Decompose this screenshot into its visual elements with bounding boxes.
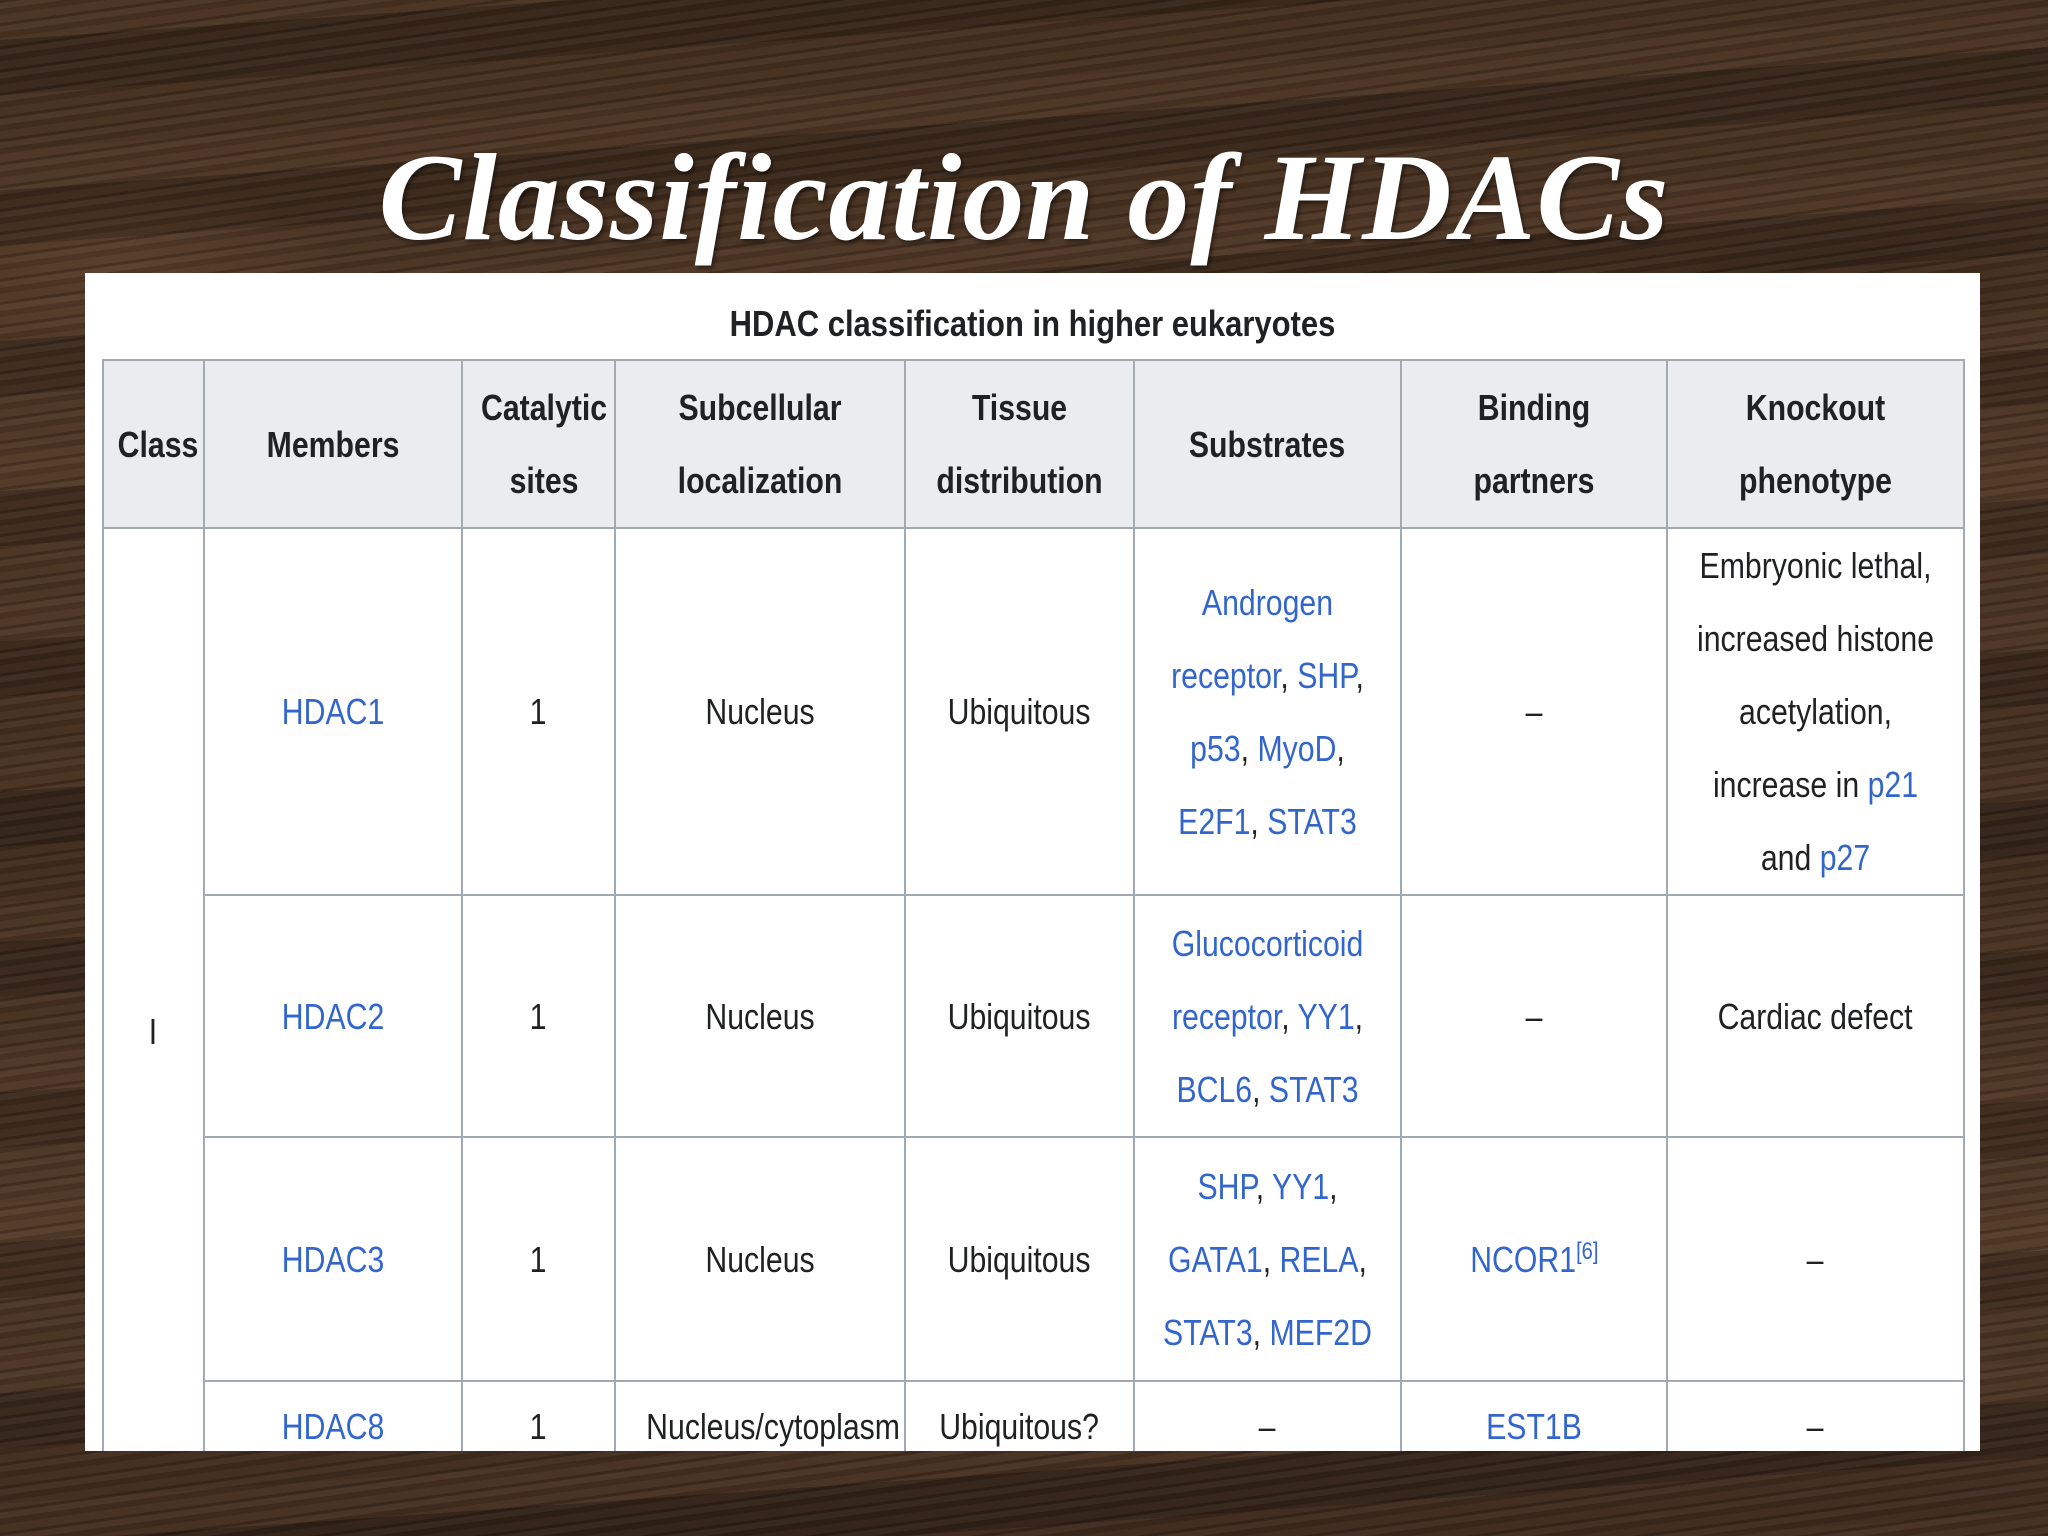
member-link-hdac8[interactable]: HDAC8 [282,1390,385,1451]
substrate-link[interactable]: MEF2D [1269,1312,1371,1353]
binding-partners-cell: – [1400,894,1668,1138]
localization-cell: Nucleus [614,1136,906,1382]
table-header-row: Class Members Catalytic sites Subcellula… [102,359,1965,529]
knockout-cell: – [1666,1380,1965,1451]
member-link-hdac1[interactable]: HDAC1 [282,675,385,748]
table-row: HDAC2 1 Nucleus Ubiquitous Glucocorticoi… [103,894,1965,1138]
substrate-link[interactable]: E2F1 [1178,801,1250,842]
tissue-cell: Ubiquitous? [904,1380,1135,1451]
header-binding-partners[interactable]: Binding partners [1400,359,1668,529]
substrate-link[interactable]: SHP [1197,1166,1255,1207]
substrate-link[interactable]: STAT3 [1163,1312,1253,1353]
substrate-link[interactable]: p53 [1190,728,1240,769]
substrate-link[interactable]: YY1 [1297,996,1354,1037]
substrate-link[interactable]: MyoD [1257,728,1336,769]
substrates-cell: SHP, YY1, GATA1, RELA, STAT3, MEF2D [1133,1136,1402,1382]
header-members[interactable]: Members [203,359,463,529]
member-cell: HDAC3 [203,1136,463,1382]
table-caption: HDAC classification in higher eukaryotes [729,303,1336,344]
binding-partners-cell: – [1400,527,1668,896]
binding-partners-cell: NCOR1[6] [1400,1136,1668,1382]
substrate-link[interactable]: SHP [1297,655,1355,696]
member-cell: HDAC2 [203,894,463,1138]
table-row: I HDAC1 1 Nucleus Ubiquitous Androgen re… [102,527,1965,1451]
substrates-cell: – [1133,1380,1402,1451]
knockout-link-p27[interactable]: p27 [1820,837,1870,878]
tissue-cell: Ubiquitous [904,1136,1135,1382]
catalytic-sites-cell: 1 [461,527,616,896]
localization-cell: Nucleus [614,527,906,896]
substrate-link[interactable]: STAT3 [1267,801,1357,842]
class-cell: I [102,527,205,1451]
substrates-cell: Glucocorticoid receptor, YY1, BCL6, STAT… [1133,894,1402,1138]
binding-partner-link-est1b[interactable]: EST1B [1486,1390,1582,1451]
header-tissue-distribution[interactable]: Tissue distribution [904,359,1135,529]
member-cell: HDAC8 [203,1380,463,1451]
header-subcellular-localization[interactable]: Subcellular localization [614,359,906,529]
member-cell: HDAC1 [203,527,463,896]
table-row: HDAC3 1 Nucleus Ubiquitous SHP, YY1, GAT… [103,1136,1965,1382]
tissue-cell: Ubiquitous [904,894,1135,1138]
knockout-cell: Embryonic lethal, increased histone acet… [1666,527,1965,896]
localization-cell: Nucleus/cytoplasm [614,1380,906,1451]
member-link-hdac3[interactable]: HDAC3 [282,1223,385,1296]
catalytic-sites-cell: 1 [461,1380,616,1451]
tissue-cell: Ubiquitous [904,527,1135,896]
reference-link[interactable]: [6] [1576,1238,1598,1265]
substrate-link[interactable]: STAT3 [1269,1069,1359,1110]
localization-cell: Nucleus [614,894,906,1138]
binding-partners-cell: EST1B [1400,1380,1668,1451]
substrate-link[interactable]: RELA [1280,1239,1359,1280]
catalytic-sites-cell: 1 [461,1136,616,1382]
knockout-link-p21[interactable]: p21 [1868,764,1918,805]
member-link-hdac2[interactable]: HDAC2 [282,980,385,1053]
substrate-link[interactable]: GATA1 [1168,1239,1263,1280]
substrates-cell: Androgen receptor, SHP, p53, MyoD, E2F1,… [1133,527,1402,896]
header-substrates[interactable]: Substrates [1133,359,1402,529]
binding-partner-link-ncor1[interactable]: NCOR1 [1470,1239,1576,1280]
substrate-link[interactable]: BCL6 [1176,1069,1252,1110]
slide-title: Classification of HDACs [378,129,1670,266]
knockout-cell: Cardiac defect [1666,894,1965,1138]
catalytic-sites-cell: 1 [461,894,616,1138]
knockout-cell: – [1666,1136,1965,1382]
header-catalytic-sites[interactable]: Catalytic sites [461,359,616,529]
header-class[interactable]: Class [102,359,205,529]
header-knockout-phenotype[interactable]: Knockout phenotype [1666,359,1965,529]
table-panel: HDAC classification in higher eukaryotes… [85,273,1980,1451]
table-row: HDAC8 1 Nucleus/cytoplasm Ubiquitous? – … [103,1380,1965,1451]
hdac-classification-table: Class Members Catalytic sites Subcellula… [102,359,1965,1451]
substrate-link[interactable]: YY1 [1272,1166,1329,1207]
